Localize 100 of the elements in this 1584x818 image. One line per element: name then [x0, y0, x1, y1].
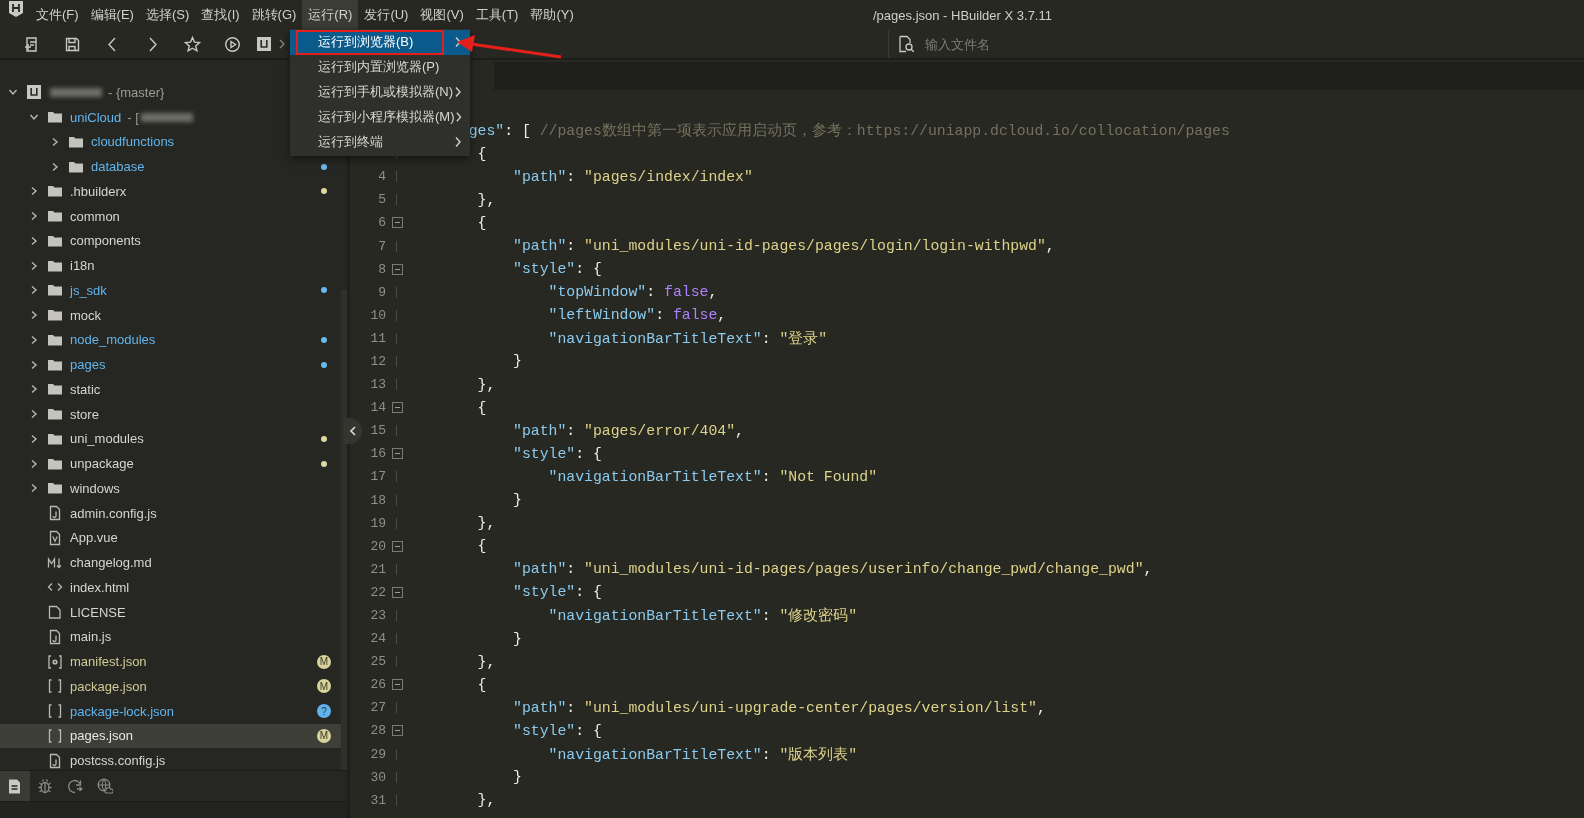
folder-icon [47, 208, 63, 225]
tree-item[interactable]: App.vue [0, 525, 341, 551]
line-number: 12 [370, 354, 386, 369]
code-line: { [476, 214, 487, 231]
menu-item[interactable]: 运行到终端 [290, 129, 470, 154]
code-line: { [476, 676, 487, 693]
chevron-icon[interactable] [50, 161, 60, 172]
tree-item[interactable]: unpackage [0, 451, 341, 476]
code-line: "path": "uni_modules/uni-id-pages/pages/login/login-withpwd", [512, 238, 1055, 254]
menu-item[interactable]: 运行到浏览器(B) [290, 30, 470, 55]
chevron-icon[interactable] [8, 87, 18, 98]
code-line: "path": "pages/error/404", [512, 422, 744, 439]
document-icon [47, 529, 63, 546]
menu-item[interactable]: 运行到小程序模拟器(M) [290, 104, 470, 130]
line-number: 19 [370, 515, 386, 531]
menu-item[interactable]: 运行到内置浏览器(P) [290, 54, 470, 80]
chevron-icon[interactable] [29, 186, 39, 197]
tree-item[interactable]: mock [0, 302, 341, 328]
tree-item[interactable]: i18n [0, 253, 341, 278]
chevron-icon[interactable] [29, 359, 39, 370]
menu-item[interactable]: 帮助(Y) [524, 0, 580, 30]
file-name: changelog.md [70, 555, 152, 571]
tree-item[interactable]: windows [0, 476, 341, 501]
code-line: } [512, 769, 522, 786]
chevron-icon[interactable] [29, 458, 39, 469]
fold-icon[interactable] [392, 448, 403, 460]
chevron-icon[interactable] [29, 483, 39, 494]
menu-item[interactable]: 运行到手机或模拟器(N) [290, 79, 470, 105]
tree-item[interactable]: node_modules [0, 327, 341, 353]
project-icon [256, 36, 272, 52]
tree-item[interactable]: pages [0, 352, 341, 377]
tree-item[interactable]: js_sdk [0, 278, 341, 303]
chevron-icon[interactable] [29, 112, 39, 123]
project-icon [26, 84, 42, 101]
chevron-icon[interactable] [29, 433, 39, 444]
chevron-icon[interactable] [29, 310, 39, 321]
favorite-icon [183, 35, 201, 53]
tree-item[interactable]: LICENSE [0, 599, 341, 625]
line-number: 23 [370, 608, 386, 623]
line-number: 30 [370, 769, 386, 785]
fold-icon[interactable] [392, 217, 403, 229]
fold-icon[interactable] [392, 679, 403, 691]
chevron-icon[interactable] [50, 136, 60, 147]
line-number: 21 [370, 561, 386, 577]
line-number: 4 [377, 169, 386, 185]
tree-item[interactable]: index.html [0, 575, 341, 600]
collapse-button[interactable] [344, 418, 362, 444]
tree-item[interactable]: components [0, 228, 341, 254]
tree-item[interactable]: uni_modules [0, 426, 341, 452]
files-tab[interactable] [0, 771, 30, 801]
tree-item[interactable]: store [0, 401, 341, 427]
chevron-icon[interactable] [29, 409, 39, 420]
menu-item[interactable]: 运行(R) [302, 0, 359, 30]
menu-item[interactable]: 编辑(E) [84, 0, 140, 30]
code-line: "style": { [512, 584, 602, 601]
tree-item[interactable]: manifest.json M [0, 649, 341, 674]
menu-item[interactable]: 工具(T) [469, 0, 525, 30]
menu-item[interactable]: 查找(I) [195, 0, 246, 30]
file-name: static [70, 381, 101, 397]
tree-item[interactable]: main.js [0, 624, 341, 650]
status-badge: ? [317, 704, 331, 719]
search-field[interactable]: 输入文件名 [925, 36, 1225, 52]
menu-item[interactable]: 跳转(G) [245, 0, 303, 30]
folder-icon [47, 183, 63, 200]
tree-item[interactable]: admin.config.js [0, 500, 341, 526]
tree-item[interactable]: changelog.md [0, 550, 341, 575]
fold-icon[interactable] [392, 540, 403, 552]
folder-icon [47, 109, 63, 126]
fold-icon[interactable] [392, 263, 403, 275]
code-line: "style": { [512, 261, 602, 278]
chevron-icon[interactable] [29, 384, 39, 395]
line-number: 7 [377, 238, 386, 254]
tree-item[interactable]: package-lock.json ? [0, 698, 341, 724]
tree-item[interactable]: common [0, 203, 341, 229]
menu-item[interactable]: 视图(V) [414, 0, 470, 30]
menu-item[interactable]: 发行(U) [358, 0, 415, 30]
fold-icon[interactable] [392, 402, 403, 414]
brackets-icon [47, 678, 63, 695]
chevron-icon[interactable] [29, 211, 39, 222]
scrollbar[interactable] [341, 290, 347, 770]
tree-item[interactable]: .hbuilderx [0, 179, 341, 204]
line-number: 31 [370, 792, 386, 808]
fold-icon[interactable] [392, 725, 403, 737]
chevron-icon[interactable] [29, 235, 39, 246]
chevron-icon[interactable] [29, 334, 39, 345]
chevron-icon[interactable] [29, 285, 39, 296]
line-number: 11 [370, 330, 386, 346]
run-icon [223, 35, 241, 53]
fold-icon[interactable] [392, 586, 403, 598]
tree-item[interactable]: pages.json M [0, 723, 341, 749]
tree-item[interactable]: postcss.config.js [0, 748, 341, 770]
code-line: }, [476, 653, 496, 670]
line-number: 25 [370, 654, 386, 670]
chevron-icon[interactable] [29, 260, 39, 271]
tree-item[interactable]: database [0, 154, 341, 179]
folder-icon [47, 307, 63, 324]
tree-item[interactable]: package.json M [0, 674, 341, 699]
menu-item[interactable]: 选择(S) [139, 0, 196, 30]
menu-item[interactable]: 文件(F) [30, 0, 85, 30]
tree-item[interactable]: static [0, 377, 341, 402]
